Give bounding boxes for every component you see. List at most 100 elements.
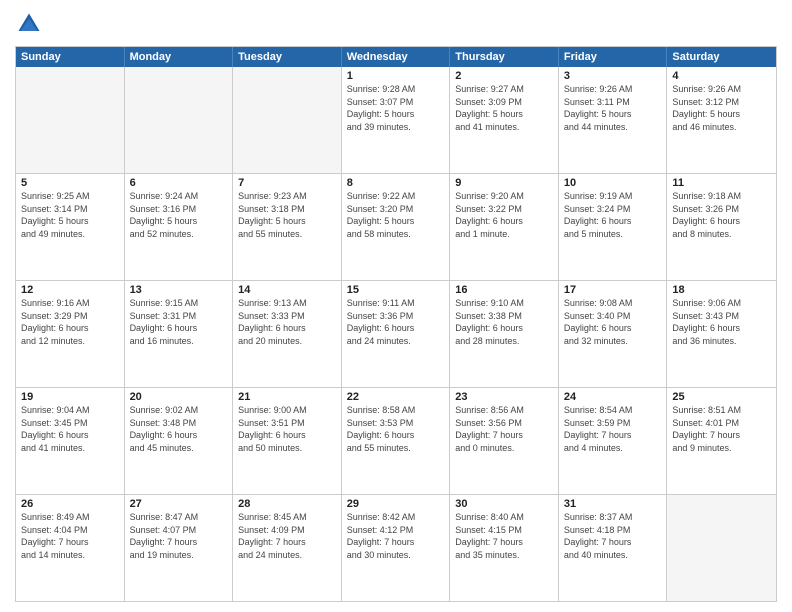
logo-icon bbox=[15, 10, 43, 38]
day-number: 17 bbox=[564, 284, 662, 296]
calendar-day-4: 4Sunrise: 9:26 AMSunset: 3:12 PMDaylight… bbox=[667, 67, 776, 173]
day-info: Sunrise: 9:20 AMSunset: 3:22 PMDaylight:… bbox=[455, 190, 553, 240]
calendar-day-3: 3Sunrise: 9:26 AMSunset: 3:11 PMDaylight… bbox=[559, 67, 668, 173]
weekday-header-monday: Monday bbox=[125, 47, 234, 67]
day-number: 31 bbox=[564, 498, 662, 510]
day-info: Sunrise: 8:40 AMSunset: 4:15 PMDaylight:… bbox=[455, 511, 553, 561]
weekday-header-thursday: Thursday bbox=[450, 47, 559, 67]
day-number: 9 bbox=[455, 177, 553, 189]
day-number: 14 bbox=[238, 284, 336, 296]
day-number: 7 bbox=[238, 177, 336, 189]
day-info: Sunrise: 9:24 AMSunset: 3:16 PMDaylight:… bbox=[130, 190, 228, 240]
day-number: 19 bbox=[21, 391, 119, 403]
day-info: Sunrise: 9:02 AMSunset: 3:48 PMDaylight:… bbox=[130, 404, 228, 454]
calendar-day-26: 26Sunrise: 8:49 AMSunset: 4:04 PMDayligh… bbox=[16, 495, 125, 601]
calendar-day-31: 31Sunrise: 8:37 AMSunset: 4:18 PMDayligh… bbox=[559, 495, 668, 601]
day-number: 23 bbox=[455, 391, 553, 403]
day-info: Sunrise: 9:28 AMSunset: 3:07 PMDaylight:… bbox=[347, 83, 445, 133]
day-number: 27 bbox=[130, 498, 228, 510]
day-info: Sunrise: 8:56 AMSunset: 3:56 PMDaylight:… bbox=[455, 404, 553, 454]
calendar-day-5: 5Sunrise: 9:25 AMSunset: 3:14 PMDaylight… bbox=[16, 174, 125, 280]
day-info: Sunrise: 9:19 AMSunset: 3:24 PMDaylight:… bbox=[564, 190, 662, 240]
day-number: 12 bbox=[21, 284, 119, 296]
day-info: Sunrise: 8:37 AMSunset: 4:18 PMDaylight:… bbox=[564, 511, 662, 561]
day-number: 29 bbox=[347, 498, 445, 510]
day-info: Sunrise: 8:54 AMSunset: 3:59 PMDaylight:… bbox=[564, 404, 662, 454]
day-number: 22 bbox=[347, 391, 445, 403]
day-number: 15 bbox=[347, 284, 445, 296]
calendar-day-16: 16Sunrise: 9:10 AMSunset: 3:38 PMDayligh… bbox=[450, 281, 559, 387]
header bbox=[15, 10, 777, 38]
day-info: Sunrise: 9:08 AMSunset: 3:40 PMDaylight:… bbox=[564, 297, 662, 347]
calendar-row-4: 26Sunrise: 8:49 AMSunset: 4:04 PMDayligh… bbox=[16, 494, 776, 601]
day-number: 8 bbox=[347, 177, 445, 189]
day-number: 18 bbox=[672, 284, 771, 296]
calendar-day-17: 17Sunrise: 9:08 AMSunset: 3:40 PMDayligh… bbox=[559, 281, 668, 387]
day-info: Sunrise: 8:45 AMSunset: 4:09 PMDaylight:… bbox=[238, 511, 336, 561]
calendar-row-3: 19Sunrise: 9:04 AMSunset: 3:45 PMDayligh… bbox=[16, 387, 776, 494]
calendar-day-28: 28Sunrise: 8:45 AMSunset: 4:09 PMDayligh… bbox=[233, 495, 342, 601]
day-number: 21 bbox=[238, 391, 336, 403]
day-info: Sunrise: 9:00 AMSunset: 3:51 PMDaylight:… bbox=[238, 404, 336, 454]
day-number: 2 bbox=[455, 70, 553, 82]
calendar-day-12: 12Sunrise: 9:16 AMSunset: 3:29 PMDayligh… bbox=[16, 281, 125, 387]
day-number: 1 bbox=[347, 70, 445, 82]
page: SundayMondayTuesdayWednesdayThursdayFrid… bbox=[0, 0, 792, 612]
calendar-header: SundayMondayTuesdayWednesdayThursdayFrid… bbox=[16, 47, 776, 67]
day-number: 16 bbox=[455, 284, 553, 296]
day-info: Sunrise: 9:15 AMSunset: 3:31 PMDaylight:… bbox=[130, 297, 228, 347]
day-info: Sunrise: 8:49 AMSunset: 4:04 PMDaylight:… bbox=[21, 511, 119, 561]
calendar-day-27: 27Sunrise: 8:47 AMSunset: 4:07 PMDayligh… bbox=[125, 495, 234, 601]
calendar-day-7: 7Sunrise: 9:23 AMSunset: 3:18 PMDaylight… bbox=[233, 174, 342, 280]
calendar-day-22: 22Sunrise: 8:58 AMSunset: 3:53 PMDayligh… bbox=[342, 388, 451, 494]
calendar-empty-cell bbox=[233, 67, 342, 173]
day-number: 20 bbox=[130, 391, 228, 403]
calendar: SundayMondayTuesdayWednesdayThursdayFrid… bbox=[15, 46, 777, 602]
calendar-empty-cell bbox=[16, 67, 125, 173]
day-info: Sunrise: 9:10 AMSunset: 3:38 PMDaylight:… bbox=[455, 297, 553, 347]
day-info: Sunrise: 8:51 AMSunset: 4:01 PMDaylight:… bbox=[672, 404, 771, 454]
day-number: 28 bbox=[238, 498, 336, 510]
day-number: 3 bbox=[564, 70, 662, 82]
calendar-day-20: 20Sunrise: 9:02 AMSunset: 3:48 PMDayligh… bbox=[125, 388, 234, 494]
day-number: 10 bbox=[564, 177, 662, 189]
day-info: Sunrise: 9:04 AMSunset: 3:45 PMDaylight:… bbox=[21, 404, 119, 454]
calendar-day-19: 19Sunrise: 9:04 AMSunset: 3:45 PMDayligh… bbox=[16, 388, 125, 494]
day-info: Sunrise: 9:13 AMSunset: 3:33 PMDaylight:… bbox=[238, 297, 336, 347]
calendar-day-14: 14Sunrise: 9:13 AMSunset: 3:33 PMDayligh… bbox=[233, 281, 342, 387]
day-info: Sunrise: 9:06 AMSunset: 3:43 PMDaylight:… bbox=[672, 297, 771, 347]
day-info: Sunrise: 9:26 AMSunset: 3:12 PMDaylight:… bbox=[672, 83, 771, 133]
calendar-body: 1Sunrise: 9:28 AMSunset: 3:07 PMDaylight… bbox=[16, 67, 776, 601]
day-info: Sunrise: 9:26 AMSunset: 3:11 PMDaylight:… bbox=[564, 83, 662, 133]
calendar-day-8: 8Sunrise: 9:22 AMSunset: 3:20 PMDaylight… bbox=[342, 174, 451, 280]
weekday-header-wednesday: Wednesday bbox=[342, 47, 451, 67]
day-number: 6 bbox=[130, 177, 228, 189]
day-info: Sunrise: 9:11 AMSunset: 3:36 PMDaylight:… bbox=[347, 297, 445, 347]
calendar-day-6: 6Sunrise: 9:24 AMSunset: 3:16 PMDaylight… bbox=[125, 174, 234, 280]
calendar-row-1: 5Sunrise: 9:25 AMSunset: 3:14 PMDaylight… bbox=[16, 173, 776, 280]
day-number: 26 bbox=[21, 498, 119, 510]
calendar-day-13: 13Sunrise: 9:15 AMSunset: 3:31 PMDayligh… bbox=[125, 281, 234, 387]
day-info: Sunrise: 8:47 AMSunset: 4:07 PMDaylight:… bbox=[130, 511, 228, 561]
calendar-empty-cell bbox=[667, 495, 776, 601]
calendar-day-11: 11Sunrise: 9:18 AMSunset: 3:26 PMDayligh… bbox=[667, 174, 776, 280]
day-info: Sunrise: 9:27 AMSunset: 3:09 PMDaylight:… bbox=[455, 83, 553, 133]
day-number: 11 bbox=[672, 177, 771, 189]
day-number: 24 bbox=[564, 391, 662, 403]
weekday-header-friday: Friday bbox=[559, 47, 668, 67]
calendar-day-18: 18Sunrise: 9:06 AMSunset: 3:43 PMDayligh… bbox=[667, 281, 776, 387]
logo bbox=[15, 10, 47, 38]
day-number: 4 bbox=[672, 70, 771, 82]
calendar-row-0: 1Sunrise: 9:28 AMSunset: 3:07 PMDaylight… bbox=[16, 67, 776, 173]
calendar-day-21: 21Sunrise: 9:00 AMSunset: 3:51 PMDayligh… bbox=[233, 388, 342, 494]
calendar-day-29: 29Sunrise: 8:42 AMSunset: 4:12 PMDayligh… bbox=[342, 495, 451, 601]
weekday-header-sunday: Sunday bbox=[16, 47, 125, 67]
calendar-day-30: 30Sunrise: 8:40 AMSunset: 4:15 PMDayligh… bbox=[450, 495, 559, 601]
calendar-day-24: 24Sunrise: 8:54 AMSunset: 3:59 PMDayligh… bbox=[559, 388, 668, 494]
day-info: Sunrise: 8:42 AMSunset: 4:12 PMDaylight:… bbox=[347, 511, 445, 561]
calendar-row-2: 12Sunrise: 9:16 AMSunset: 3:29 PMDayligh… bbox=[16, 280, 776, 387]
day-info: Sunrise: 8:58 AMSunset: 3:53 PMDaylight:… bbox=[347, 404, 445, 454]
calendar-day-23: 23Sunrise: 8:56 AMSunset: 3:56 PMDayligh… bbox=[450, 388, 559, 494]
day-number: 5 bbox=[21, 177, 119, 189]
day-info: Sunrise: 9:23 AMSunset: 3:18 PMDaylight:… bbox=[238, 190, 336, 240]
